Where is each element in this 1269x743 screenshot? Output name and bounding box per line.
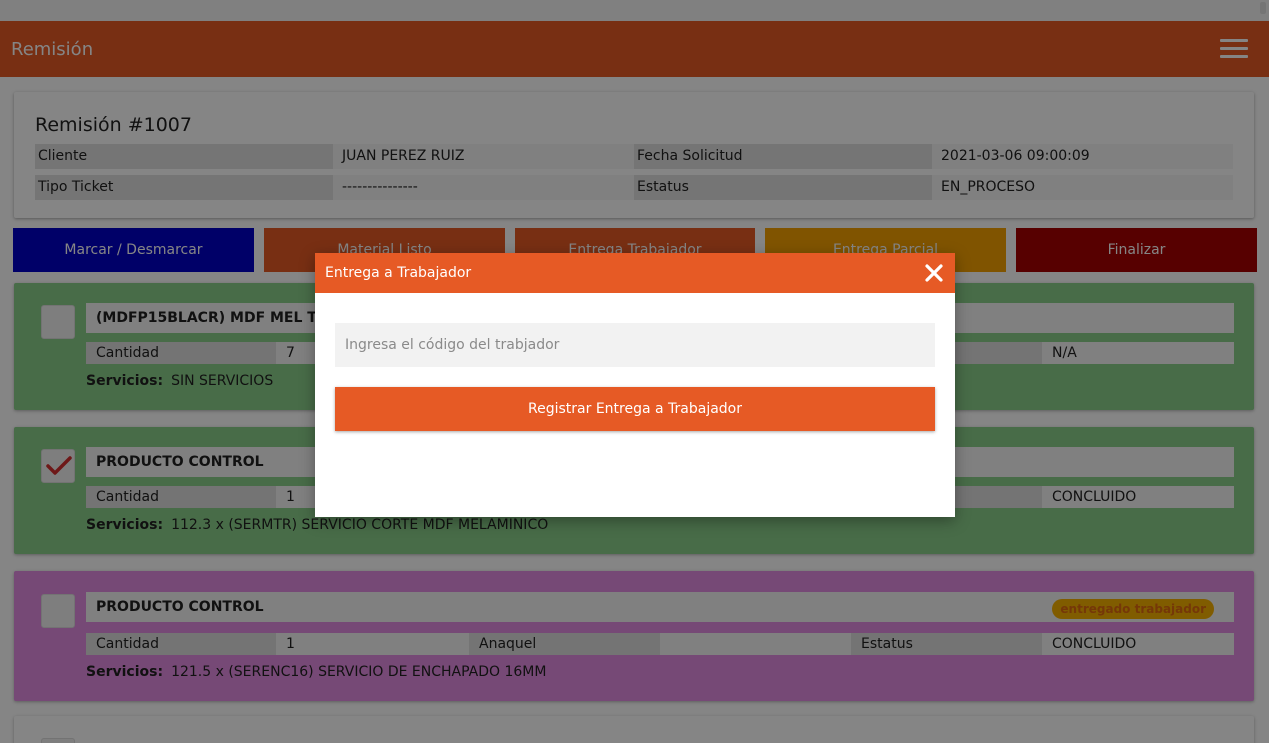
codigo-trabajador-input[interactable] — [335, 323, 935, 367]
close-icon[interactable] — [923, 262, 945, 284]
dialog-header: Entrega a Trabajador — [315, 253, 955, 293]
registrar-entrega-button[interactable]: Registrar Entrega a Trabajador — [335, 387, 935, 431]
entrega-trabajador-dialog: Entrega a Trabajador Registrar Entrega a… — [315, 253, 955, 517]
dialog-title: Entrega a Trabajador — [325, 265, 472, 281]
page: Remisión Remisión #1007 Cliente JUAN PER… — [0, 0, 1269, 743]
